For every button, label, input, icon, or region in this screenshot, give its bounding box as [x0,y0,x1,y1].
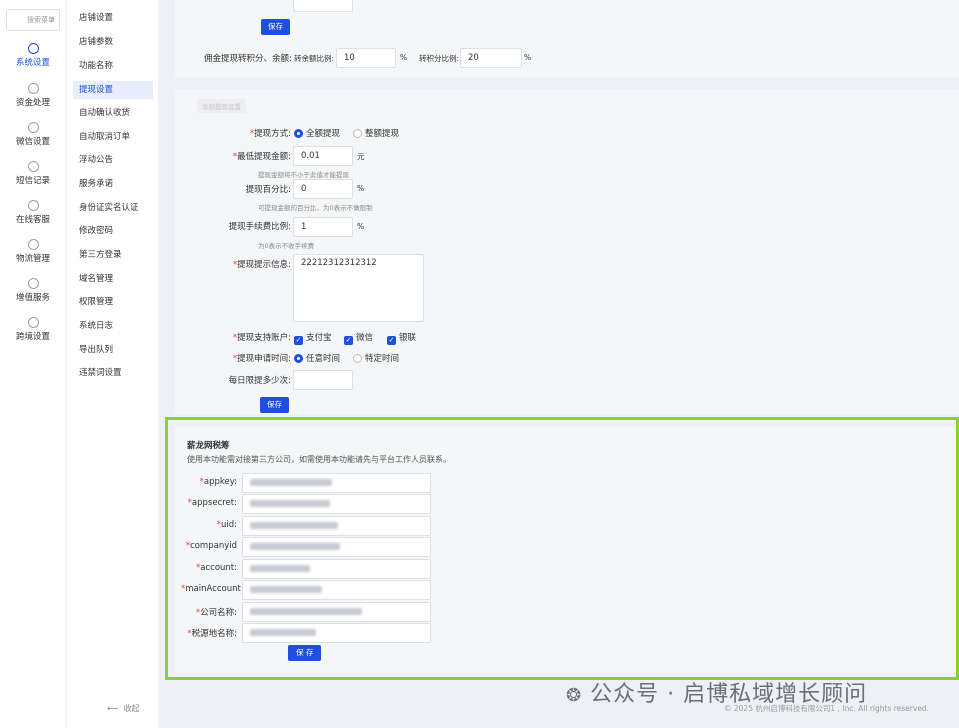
unit-label: 元 [357,152,365,161]
fee-ratio-hint: 为0表示不收手续费 [258,242,315,250]
daily-limit-input-top[interactable] [293,0,353,12]
fee-ratio-input[interactable]: 1 [293,217,353,237]
submenu-item[interactable]: 自动取消订单 [73,128,153,146]
tip-info-label: *提现提示信息: [232,260,291,270]
submenu-item[interactable]: 违禁词设置 [73,364,153,382]
percent-label: % [357,184,365,193]
method-full-radio[interactable]: 全额提现 [294,127,340,139]
truck-icon [27,239,39,250]
account-unionpay-checkbox[interactable]: ✓ 银联 [387,331,416,345]
submenu-item[interactable]: 系统日志 [73,317,153,335]
percent-label: % [524,53,532,62]
save-button-top[interactable]: 保存 [261,19,290,35]
withdraw-percent-hint: 可提现金额的百分比，为0表示不做限制 [258,204,373,212]
submenu-item[interactable]: 修改密码 [73,222,153,240]
search-icon: ⌕ [51,15,55,23]
withdraw-percent-label: 提现百分比: [245,185,291,195]
daily-limit-input[interactable] [293,370,353,390]
nav-item-wechat[interactable]: 微信设置 [0,122,66,147]
wechat-icon: ❂ [566,685,583,706]
min-amount-input[interactable]: 0.01 [293,146,353,166]
accounts-label: *提现支持账户: [232,333,291,343]
account-wechat-checkbox[interactable]: ✓ 微信 [344,331,373,345]
nav-item-value-added[interactable]: 增值服务 [0,278,66,303]
points-ratio-input[interactable]: 20 [460,48,522,68]
submenu-item[interactable]: 浮动公告 [73,151,153,169]
nav-item-support[interactable]: 在线客服 [0,200,66,225]
submenu-item[interactable]: 导出队列 [73,341,153,359]
arrow-left-icon: ⟵ [107,704,119,713]
submenu-item[interactable]: 店铺参数 [73,33,153,51]
min-amount-label: *最低提现金额: [232,152,291,162]
message-icon [27,161,39,172]
submenu-item[interactable]: 身份证实名认证 [73,199,153,217]
percent-label: % [357,222,365,231]
menu-search-input[interactable]: 搜索菜单 ⌕ [6,9,60,31]
nav-item-sms[interactable]: 短信记录 [0,161,66,186]
submenu-item[interactable]: 自动确认收货 [73,104,153,122]
submenu-item[interactable]: 功能名称 [73,57,153,75]
nav-item-cross-border[interactable]: 跨境设置 [0,317,66,342]
submenu-item[interactable]: 权限管理 [73,293,153,311]
tip-info-textarea[interactable]: 22212312312312 [293,254,424,322]
primary-nav: 搜索菜单 ⌕ 系统设置 资金处理 微信设置 短信记录 在线客服 物流管理 增值服务… [0,0,66,728]
submenu-item[interactable]: 第三方登录 [73,246,153,264]
check-icon: ✓ [387,336,396,345]
submenu-item[interactable]: 店铺设置 [73,9,153,27]
withdraw-settings-card: 余额提现设置 *提现方式: 全额提现 整额提现 *最低提现金额: 0.01 元 … [175,89,959,415]
method-whole-radio[interactable]: 整额提现 [353,127,399,139]
submenu-item[interactable]: 服务承诺 [73,175,153,193]
daily-limit-label: 每日限提多少次: [228,376,291,386]
highlight-frame [165,417,959,680]
withdraw-percent-input[interactable]: 0 [293,179,353,199]
check-icon: ✓ [294,336,303,345]
balance-ratio-label: 转余额比例: [294,54,335,63]
section-tab: 余额提现设置 [197,99,246,113]
sub-nav: 店铺设置 店铺参数 功能名称 提现设置 自动确认收货 自动取消订单 浮动公告 服… [66,0,158,728]
fee-ratio-label: 提现手续费比例: [228,222,291,232]
submenu-item[interactable]: 域名管理 [73,270,153,288]
min-amount-hint: 提现金额将不小于此值才能提现 [258,171,349,179]
collapse-button[interactable]: ⟵ 收起 [107,703,140,714]
globe-icon [27,317,39,328]
withdraw-method-label: *提现方式: [249,129,291,139]
gear-icon [27,43,39,54]
copyright: © 2025 杭州启博科技有限公司1 , Inc. All rights res… [724,704,930,713]
chart-icon [27,278,39,289]
apply-time-label: *提现申请时间: [232,354,291,364]
commission-label: 佣金提现转积分、余额: [204,54,292,64]
account-alipay-checkbox[interactable]: ✓ 支付宝 [294,331,332,345]
submenu-item-active[interactable]: 提现设置 [73,81,153,99]
nav-item-logistics[interactable]: 物流管理 [0,239,66,264]
save-button-withdraw[interactable]: 保存 [260,397,289,413]
points-ratio-label: 转积分比例: [419,54,460,63]
balance-ratio-input[interactable]: 10 [336,48,396,68]
commission-card: 保存 佣金提现转积分、余额: 转余额比例: 10 % 转积分比例: 20 % [175,0,959,78]
percent-label: % [400,53,408,62]
time-specific-radio[interactable]: 特定时间 [353,352,399,364]
check-icon: ✓ [344,336,353,345]
yen-icon [27,83,39,94]
nav-item-system-settings[interactable]: 系统设置 [0,43,66,68]
nav-item-funds[interactable]: 资金处理 [0,83,66,108]
time-anytime-radio[interactable]: 任意时间 [294,352,340,364]
headset-icon [27,200,39,211]
wechat-icon [27,122,39,133]
